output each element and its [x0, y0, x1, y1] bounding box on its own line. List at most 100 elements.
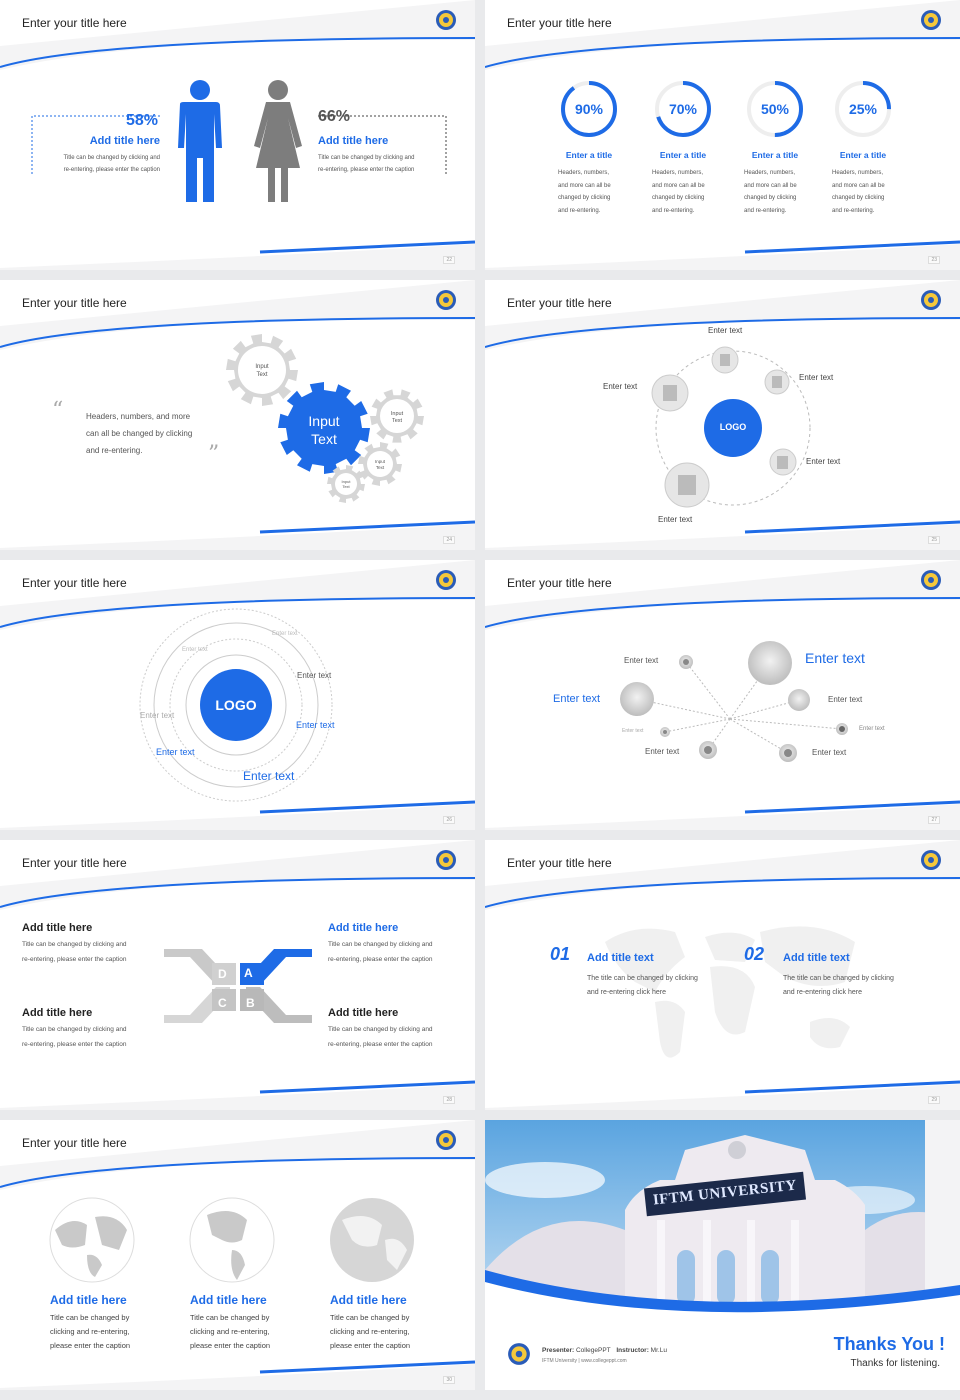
- block-title: Add title here: [22, 922, 93, 934]
- university-emblem-icon: [921, 10, 941, 30]
- block-caption-line: re-entering, please enter the caption: [22, 1041, 127, 1048]
- letter-c: C: [218, 996, 227, 1010]
- male-title: Add title here: [89, 135, 160, 147]
- university-emblem-icon: [921, 850, 941, 870]
- footer-text: IFTM University | www.collegeppt.com: [542, 1358, 627, 1364]
- gear-label: Input: [255, 364, 269, 370]
- globe-title: Add title here: [190, 1293, 267, 1307]
- progress-percent: 50%: [760, 101, 790, 117]
- progress-caption-line: and re-entering.: [652, 207, 695, 214]
- node-label: Enter text: [624, 656, 659, 665]
- orbit-label: Enter text: [658, 515, 693, 524]
- item-caption-line: and re-entering click here: [587, 989, 666, 996]
- slide-orbit-logo[interactable]: Enter your title here LOGO Enter text En…: [485, 280, 960, 550]
- item-caption-line: and re-entering click here: [783, 989, 862, 996]
- page-number: 24: [443, 536, 455, 544]
- ring-label: Enter text: [140, 711, 175, 720]
- node-label: Enter text: [645, 747, 680, 756]
- slide-world-map[interactable]: Enter your title here 01 Add title text …: [485, 840, 960, 1110]
- presenter-name: CollegePPT: [575, 1347, 611, 1354]
- close-quote-icon: ”: [208, 442, 220, 467]
- globe-caption-line: Title can be changed by: [190, 1313, 270, 1322]
- slide-gears[interactable]: Enter your title here “ ” Headers, numbe…: [0, 280, 475, 550]
- slide-progress-rings[interactable]: Enter your title here 90% Enter a title He…: [485, 0, 960, 270]
- slide-title: Enter your title here: [22, 296, 127, 310]
- letter-b: B: [246, 996, 255, 1010]
- gear-label: Input: [375, 459, 386, 464]
- progress-title: Enter a title: [659, 150, 707, 160]
- gear-label: Text: [392, 418, 403, 424]
- progress-caption-line: Headers, numbers,: [558, 170, 610, 176]
- progress-caption-line: changed by clicking: [558, 195, 611, 201]
- ring-label: Enter text: [296, 720, 335, 730]
- gear-icon: [226, 334, 298, 406]
- page-number: 30: [443, 1376, 455, 1384]
- globe-caption-line: please enter the caption: [50, 1341, 131, 1350]
- slide-globes[interactable]: Enter your title here Add title here Tit…: [0, 1120, 475, 1390]
- progress-caption-line: changed by clicking: [744, 195, 797, 201]
- block-caption-line: Title can be changed by clicking and: [22, 941, 127, 948]
- item-caption-line: The title can be changed by clicking: [783, 975, 894, 982]
- slide-network-bubbles[interactable]: Enter your title here Enter text Enter t…: [485, 560, 960, 830]
- globe-icon: [330, 1198, 414, 1282]
- gears-diagram: InputTextInputTextInputTextInputTextInpu…: [226, 334, 424, 503]
- progress-caption-line: and re-entering.: [744, 207, 787, 214]
- female-figure-icon: [254, 80, 302, 202]
- node-label: Enter text: [622, 728, 644, 734]
- slide-people-percent[interactable]: Enter your title here 58% Add title here…: [0, 0, 475, 270]
- progress-title: Enter a title: [565, 150, 613, 160]
- globe-caption-line: Title can be changed by: [50, 1313, 130, 1322]
- block-title: Add title here: [22, 1007, 93, 1019]
- ring-label: Enter text: [182, 647, 208, 653]
- quote-line: can all be changed by clicking: [86, 429, 193, 438]
- university-emblem-icon: [436, 290, 456, 310]
- instructor-name: Mr.Lu: [650, 1347, 667, 1354]
- gear-icon: [358, 442, 402, 486]
- page-number: 25: [928, 536, 940, 544]
- university-emblem-icon: [436, 850, 456, 870]
- slide-title: Enter your title here: [507, 296, 612, 310]
- logo-label: LOGO: [215, 697, 257, 713]
- block-caption-line: re-entering, please enter the caption: [328, 1041, 433, 1048]
- block-caption-line: Title can be changed by clicking and: [328, 1026, 433, 1033]
- male-percent: 58%: [125, 112, 158, 129]
- progress-percent: 90%: [574, 101, 604, 117]
- node-label: Enter text: [828, 695, 863, 704]
- orbit-label: Enter text: [799, 373, 834, 382]
- block-caption-line: Title can be changed by clicking and: [328, 941, 433, 948]
- gear-label: Text: [256, 372, 267, 378]
- gear-label: Input: [391, 411, 404, 417]
- item-number: 01: [550, 944, 571, 964]
- block-caption-line: re-entering, please enter the caption: [328, 956, 433, 963]
- page-number: 26: [443, 816, 455, 824]
- globe-caption-line: please enter the caption: [190, 1341, 271, 1350]
- item-title: Add title text: [783, 952, 850, 964]
- slide-title: Enter your title here: [22, 856, 127, 870]
- progress-caption-line: and more can all be: [832, 182, 885, 189]
- slide-abcd[interactable]: Enter your title here Add title here Tit…: [0, 840, 475, 1110]
- block-title: Add title here: [328, 922, 399, 934]
- page-number: 23: [928, 256, 940, 264]
- university-emblem-icon: [436, 1130, 456, 1150]
- progress-percent: 70%: [668, 101, 698, 117]
- orbit-label: Enter text: [806, 457, 841, 466]
- male-caption-line: Title can be changed by clicking and: [63, 155, 160, 161]
- node-label: Enter text: [553, 693, 601, 705]
- page-number: 29: [928, 1096, 940, 1104]
- slide-title: Enter your title here: [507, 16, 612, 30]
- page-number: 28: [443, 1096, 455, 1104]
- progress-caption-line: Headers, numbers,: [744, 170, 796, 176]
- gear-label-main: Text: [311, 431, 337, 447]
- progress-caption-line: and re-entering.: [832, 207, 875, 214]
- slide-concentric-logo[interactable]: Enter your title here LOGO Enter text En…: [0, 560, 475, 830]
- progress-item: 90% Enter a title Headers, numbers, and mor…: [544, 78, 634, 217]
- gear-label: Text: [376, 465, 385, 470]
- progress-item: 70% Enter a title Headers, numbers, and mor…: [638, 78, 728, 217]
- slide-thanks[interactable]: IFTM UNIVERSITY Presenter: CollegePPT In…: [485, 1120, 960, 1390]
- progress-item: 25% Enter a title Headers, numbers, and mor…: [818, 78, 908, 217]
- ring-label: Enter text: [156, 747, 195, 757]
- university-emblem-icon: [436, 570, 456, 590]
- globe-caption-line: clicking and re-entering,: [190, 1327, 270, 1336]
- male-figure-icon: [178, 80, 222, 202]
- letter-a: A: [244, 966, 253, 980]
